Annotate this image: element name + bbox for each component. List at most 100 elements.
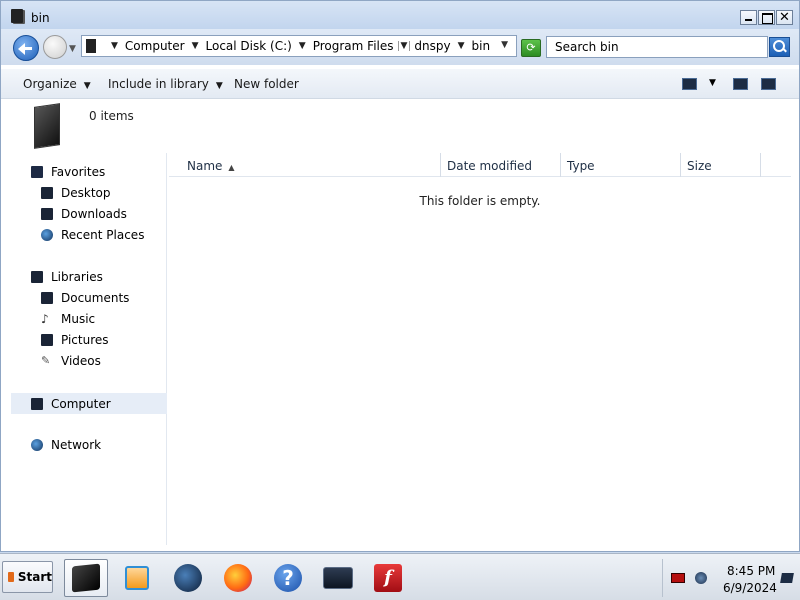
search-input[interactable]: Search bin bbox=[546, 36, 768, 58]
taskbar-explorer[interactable] bbox=[64, 559, 108, 597]
include-in-library-menu[interactable]: Include in library ▼ bbox=[108, 77, 223, 91]
nav-downloads-label: Downloads bbox=[61, 207, 127, 221]
taskbar-media-player[interactable] bbox=[115, 559, 159, 597]
clock-time[interactable]: 8:45 PM bbox=[727, 564, 775, 578]
tray-app-icon[interactable] bbox=[671, 573, 685, 583]
computer-icon bbox=[86, 39, 96, 53]
explorer-icon bbox=[72, 563, 100, 593]
start-button[interactable]: Start bbox=[2, 561, 53, 593]
desktop-icon bbox=[41, 187, 53, 199]
nav-computer[interactable]: Computer bbox=[11, 393, 167, 414]
window-title: bin bbox=[31, 11, 50, 25]
new-folder-button[interactable]: New folder bbox=[234, 77, 299, 91]
taskbar-help[interactable]: ? bbox=[266, 559, 310, 597]
recent-pages-chevron-icon[interactable]: ▼ bbox=[69, 44, 76, 54]
breadcrumb-separator-icon[interactable]: ▼ bbox=[192, 41, 199, 51]
nav-documents[interactable]: Documents bbox=[41, 291, 129, 305]
nav-libraries[interactable]: Libraries bbox=[31, 270, 103, 284]
computer-icon bbox=[31, 397, 43, 410]
taskbar-firefox[interactable] bbox=[216, 559, 260, 597]
folder-icon bbox=[11, 9, 23, 23]
nav-libraries-label: Libraries bbox=[51, 270, 103, 284]
media-player-icon bbox=[125, 566, 149, 590]
breadcrumb-separator-icon[interactable]: ▼ bbox=[397, 41, 411, 51]
help-icon: ? bbox=[274, 564, 302, 592]
show-desktop-icon[interactable] bbox=[780, 573, 794, 583]
column-header: Name ▲ Date modified Type Size bbox=[169, 153, 791, 177]
chevron-down-icon: ▼ bbox=[215, 81, 223, 91]
nav-computer-label: Computer bbox=[51, 396, 111, 411]
address-bar[interactable]: ▼ Computer ▼ Local Disk (C:) ▼ Program F… bbox=[81, 35, 517, 57]
refresh-button[interactable]: ⟳ bbox=[521, 39, 541, 57]
view-options-chevron-icon[interactable]: ▼ bbox=[709, 78, 716, 88]
taskbar-flash[interactable]: f bbox=[366, 559, 410, 597]
breadcrumb-separator-icon[interactable]: ▼ bbox=[299, 41, 306, 51]
back-button[interactable] bbox=[13, 35, 39, 61]
network-icon bbox=[31, 439, 43, 451]
nav-recent-places-label: Recent Places bbox=[61, 228, 145, 242]
minimize-button[interactable] bbox=[740, 10, 757, 25]
breadcrumb-separator-icon[interactable]: ▼ bbox=[458, 41, 465, 51]
start-label: Start bbox=[17, 570, 52, 584]
column-date-modified-label: Date modified bbox=[447, 159, 533, 173]
column-type[interactable]: Type bbox=[561, 153, 681, 177]
breadcrumb-separator-icon[interactable]: ▼ bbox=[111, 41, 118, 51]
taskbar: Start ? f 8:45 PM 6/9/2024 bbox=[0, 553, 800, 600]
organize-menu[interactable]: Organize ▼ bbox=[23, 77, 91, 91]
maximize-button[interactable] bbox=[758, 10, 775, 25]
include-in-library-label: Include in library bbox=[108, 77, 209, 91]
nav-downloads[interactable]: Downloads bbox=[41, 207, 127, 221]
taskbar-internet-explorer[interactable] bbox=[166, 559, 210, 597]
nav-documents-label: Documents bbox=[61, 291, 130, 305]
nav-desktop[interactable]: Desktop bbox=[41, 186, 111, 200]
nav-music-label: Music bbox=[61, 312, 96, 326]
help-button[interactable] bbox=[761, 78, 776, 90]
breadcrumb-dnspy[interactable]: dnspy bbox=[414, 39, 450, 53]
breadcrumb-computer[interactable]: Computer bbox=[125, 39, 185, 53]
explorer-window: bin ✕ ▼ ▼ Computer ▼ Local Disk (C:) ▼ P… bbox=[0, 0, 800, 552]
empty-folder-message: This folder is empty. bbox=[419, 194, 541, 208]
nav-recent-places[interactable]: Recent Places bbox=[41, 228, 144, 242]
globe-icon bbox=[174, 564, 202, 592]
nav-pictures[interactable]: Pictures bbox=[41, 333, 109, 347]
documents-icon bbox=[41, 292, 53, 304]
nav-network-label: Network bbox=[51, 438, 102, 452]
column-type-label: Type bbox=[567, 159, 595, 173]
nav-favorites-label: Favorites bbox=[51, 165, 106, 179]
preview-pane-button[interactable] bbox=[733, 78, 748, 90]
firefox-icon bbox=[224, 564, 252, 592]
recent-places-icon bbox=[41, 229, 53, 241]
column-name-label: Name bbox=[187, 159, 223, 173]
close-button[interactable]: ✕ bbox=[776, 10, 793, 25]
breadcrumb-bin[interactable]: bin bbox=[472, 39, 491, 53]
sort-ascending-icon: ▲ bbox=[228, 163, 235, 172]
nav-network[interactable]: Network bbox=[31, 438, 101, 452]
taskbar-remote-desktop[interactable] bbox=[316, 559, 360, 597]
forward-button[interactable] bbox=[43, 35, 67, 59]
column-name[interactable]: Name ▲ bbox=[169, 153, 441, 177]
nav-favorites[interactable]: Favorites bbox=[31, 165, 105, 179]
search-icon[interactable] bbox=[769, 37, 790, 57]
nav-videos-label: Videos bbox=[61, 354, 101, 368]
breadcrumb-program-files[interactable]: Program Files bbox=[313, 39, 394, 53]
column-date-modified[interactable]: Date modified bbox=[441, 153, 561, 177]
breadcrumb-local-disk[interactable]: Local Disk (C:) bbox=[206, 39, 292, 53]
pictures-icon bbox=[41, 334, 53, 346]
nav-pictures-label: Pictures bbox=[61, 333, 109, 347]
organize-label: Organize bbox=[23, 77, 77, 91]
monitor-icon bbox=[323, 567, 353, 589]
column-size[interactable]: Size bbox=[681, 153, 761, 177]
address-dropdown-icon[interactable]: ▼ bbox=[501, 40, 508, 50]
videos-icon: ✎ bbox=[41, 354, 51, 367]
title-bar: bin ✕ bbox=[1, 1, 799, 29]
command-bar: Organize ▼ Include in library ▼ New folder… bbox=[1, 69, 799, 99]
favorites-icon bbox=[31, 166, 43, 178]
column-size-label: Size bbox=[687, 159, 712, 173]
nav-music[interactable]: ♪ Music bbox=[41, 312, 95, 326]
nav-videos[interactable]: ✎ Videos bbox=[41, 354, 101, 368]
change-view-button[interactable] bbox=[682, 78, 697, 90]
volume-icon[interactable] bbox=[695, 572, 707, 584]
chevron-down-icon: ▼ bbox=[83, 81, 91, 91]
clock-date[interactable]: 6/9/2024 bbox=[723, 581, 777, 595]
start-logo-icon bbox=[8, 572, 14, 582]
